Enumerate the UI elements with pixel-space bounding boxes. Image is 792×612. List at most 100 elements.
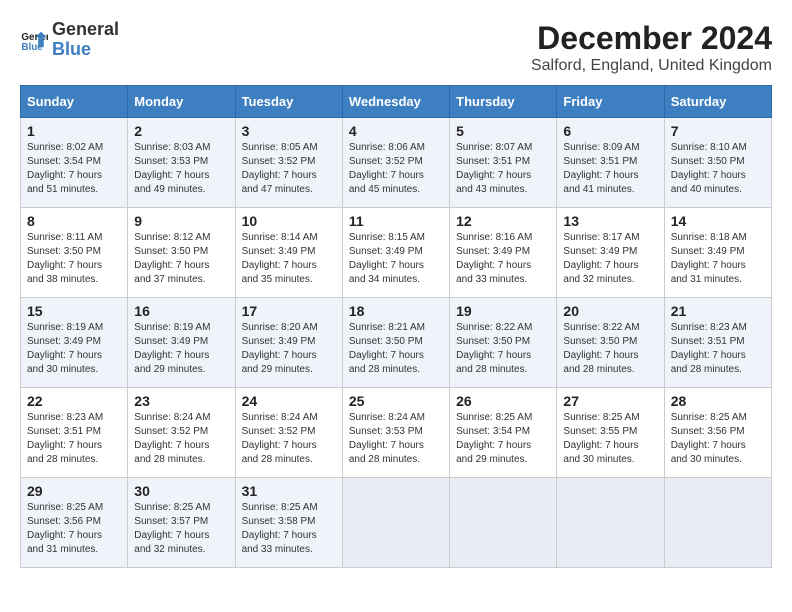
- day-number: 13: [563, 213, 657, 229]
- day-info: Sunrise: 8:21 AM Sunset: 3:50 PM Dayligh…: [349, 321, 443, 377]
- day-number: 14: [671, 213, 765, 229]
- daylight-label: Daylight: 7 hours and 29 minutes.: [242, 350, 317, 375]
- day-number: 9: [134, 213, 228, 229]
- calendar-cell: 7 Sunrise: 8:10 AM Sunset: 3:50 PM Dayli…: [664, 118, 771, 208]
- sunrise-label: Sunrise: 8:15 AM: [349, 232, 425, 243]
- calendar-cell: 1 Sunrise: 8:02 AM Sunset: 3:54 PM Dayli…: [21, 118, 128, 208]
- day-info: Sunrise: 8:25 AM Sunset: 3:56 PM Dayligh…: [671, 411, 765, 467]
- calendar-cell: 26 Sunrise: 8:25 AM Sunset: 3:54 PM Dayl…: [450, 388, 557, 478]
- daylight-label: Daylight: 7 hours and 33 minutes.: [456, 260, 531, 285]
- sunset-label: Sunset: 3:50 PM: [349, 336, 423, 347]
- daylight-label: Daylight: 7 hours and 31 minutes.: [671, 260, 746, 285]
- day-info: Sunrise: 8:16 AM Sunset: 3:49 PM Dayligh…: [456, 231, 550, 287]
- day-info: Sunrise: 8:12 AM Sunset: 3:50 PM Dayligh…: [134, 231, 228, 287]
- calendar-cell: 17 Sunrise: 8:20 AM Sunset: 3:49 PM Dayl…: [235, 298, 342, 388]
- calendar-cell: 9 Sunrise: 8:12 AM Sunset: 3:50 PM Dayli…: [128, 208, 235, 298]
- day-number: 25: [349, 393, 443, 409]
- day-number: 1: [27, 123, 121, 139]
- sunrise-label: Sunrise: 8:14 AM: [242, 232, 318, 243]
- day-number: 2: [134, 123, 228, 139]
- day-info: Sunrise: 8:24 AM Sunset: 3:53 PM Dayligh…: [349, 411, 443, 467]
- day-info: Sunrise: 8:25 AM Sunset: 3:56 PM Dayligh…: [27, 501, 121, 557]
- sunset-label: Sunset: 3:56 PM: [671, 426, 745, 437]
- logo-line1: General: [52, 20, 119, 40]
- sunset-label: Sunset: 3:51 PM: [456, 156, 530, 167]
- daylight-label: Daylight: 7 hours and 28 minutes.: [456, 350, 531, 375]
- sunset-label: Sunset: 3:52 PM: [242, 426, 316, 437]
- calendar-cell: [664, 478, 771, 568]
- sunset-label: Sunset: 3:50 PM: [563, 336, 637, 347]
- calendar-cell: 28 Sunrise: 8:25 AM Sunset: 3:56 PM Dayl…: [664, 388, 771, 478]
- page-header: General Blue General Blue December 2024 …: [20, 20, 772, 75]
- day-number: 8: [27, 213, 121, 229]
- day-number: 12: [456, 213, 550, 229]
- day-number: 30: [134, 483, 228, 499]
- day-number: 3: [242, 123, 336, 139]
- sunrise-label: Sunrise: 8:11 AM: [27, 232, 102, 243]
- day-info: Sunrise: 8:03 AM Sunset: 3:53 PM Dayligh…: [134, 141, 228, 197]
- day-number: 21: [671, 303, 765, 319]
- sunset-label: Sunset: 3:54 PM: [27, 156, 101, 167]
- day-number: 27: [563, 393, 657, 409]
- calendar-cell: 24 Sunrise: 8:24 AM Sunset: 3:52 PM Dayl…: [235, 388, 342, 478]
- sunrise-label: Sunrise: 8:25 AM: [27, 502, 103, 513]
- sunrise-label: Sunrise: 8:25 AM: [242, 502, 318, 513]
- daylight-label: Daylight: 7 hours and 47 minutes.: [242, 170, 317, 195]
- sunrise-label: Sunrise: 8:25 AM: [134, 502, 210, 513]
- day-info: Sunrise: 8:20 AM Sunset: 3:49 PM Dayligh…: [242, 321, 336, 377]
- calendar-cell: 8 Sunrise: 8:11 AM Sunset: 3:50 PM Dayli…: [21, 208, 128, 298]
- day-info: Sunrise: 8:05 AM Sunset: 3:52 PM Dayligh…: [242, 141, 336, 197]
- sunset-label: Sunset: 3:49 PM: [671, 246, 745, 257]
- day-info: Sunrise: 8:25 AM Sunset: 3:55 PM Dayligh…: [563, 411, 657, 467]
- sunrise-label: Sunrise: 8:22 AM: [563, 322, 639, 333]
- month-title: December 2024: [531, 20, 772, 57]
- sunset-label: Sunset: 3:52 PM: [242, 156, 316, 167]
- logo-text: General Blue: [52, 20, 119, 60]
- day-info: Sunrise: 8:24 AM Sunset: 3:52 PM Dayligh…: [242, 411, 336, 467]
- daylight-label: Daylight: 7 hours and 29 minutes.: [456, 440, 531, 465]
- sunset-label: Sunset: 3:51 PM: [27, 426, 101, 437]
- sunrise-label: Sunrise: 8:23 AM: [27, 412, 103, 423]
- calendar-cell: 4 Sunrise: 8:06 AM Sunset: 3:52 PM Dayli…: [342, 118, 449, 208]
- calendar-cell: [342, 478, 449, 568]
- calendar-cell: 5 Sunrise: 8:07 AM Sunset: 3:51 PM Dayli…: [450, 118, 557, 208]
- calendar-cell: 2 Sunrise: 8:03 AM Sunset: 3:53 PM Dayli…: [128, 118, 235, 208]
- daylight-label: Daylight: 7 hours and 43 minutes.: [456, 170, 531, 195]
- calendar-cell: 25 Sunrise: 8:24 AM Sunset: 3:53 PM Dayl…: [342, 388, 449, 478]
- day-number: 19: [456, 303, 550, 319]
- calendar-cell: [450, 478, 557, 568]
- sunset-label: Sunset: 3:49 PM: [134, 336, 208, 347]
- day-number: 20: [563, 303, 657, 319]
- day-info: Sunrise: 8:23 AM Sunset: 3:51 PM Dayligh…: [671, 321, 765, 377]
- daylight-label: Daylight: 7 hours and 49 minutes.: [134, 170, 209, 195]
- day-info: Sunrise: 8:14 AM Sunset: 3:49 PM Dayligh…: [242, 231, 336, 287]
- daylight-label: Daylight: 7 hours and 30 minutes.: [671, 440, 746, 465]
- sunset-label: Sunset: 3:49 PM: [242, 246, 316, 257]
- sunrise-label: Sunrise: 8:22 AM: [456, 322, 532, 333]
- day-number: 18: [349, 303, 443, 319]
- logo-line2: Blue: [52, 40, 119, 60]
- logo-icon: General Blue: [20, 26, 48, 54]
- sunrise-label: Sunrise: 8:12 AM: [134, 232, 210, 243]
- sunset-label: Sunset: 3:52 PM: [349, 156, 423, 167]
- calendar-cell: 6 Sunrise: 8:09 AM Sunset: 3:51 PM Dayli…: [557, 118, 664, 208]
- calendar-week-row: 22 Sunrise: 8:23 AM Sunset: 3:51 PM Dayl…: [21, 388, 772, 478]
- day-number: 5: [456, 123, 550, 139]
- day-number: 22: [27, 393, 121, 409]
- weekday-header-row: SundayMondayTuesdayWednesdayThursdayFrid…: [21, 86, 772, 118]
- calendar-cell: 13 Sunrise: 8:17 AM Sunset: 3:49 PM Dayl…: [557, 208, 664, 298]
- calendar-cell: 22 Sunrise: 8:23 AM Sunset: 3:51 PM Dayl…: [21, 388, 128, 478]
- calendar-cell: 23 Sunrise: 8:24 AM Sunset: 3:52 PM Dayl…: [128, 388, 235, 478]
- logo: General Blue General Blue: [20, 20, 119, 60]
- calendar-cell: 11 Sunrise: 8:15 AM Sunset: 3:49 PM Dayl…: [342, 208, 449, 298]
- sunset-label: Sunset: 3:51 PM: [671, 336, 745, 347]
- daylight-label: Daylight: 7 hours and 29 minutes.: [134, 350, 209, 375]
- calendar-week-row: 29 Sunrise: 8:25 AM Sunset: 3:56 PM Dayl…: [21, 478, 772, 568]
- calendar-cell: 14 Sunrise: 8:18 AM Sunset: 3:49 PM Dayl…: [664, 208, 771, 298]
- sunset-label: Sunset: 3:53 PM: [134, 156, 208, 167]
- day-info: Sunrise: 8:11 AM Sunset: 3:50 PM Dayligh…: [27, 231, 121, 287]
- day-number: 26: [456, 393, 550, 409]
- day-info: Sunrise: 8:06 AM Sunset: 3:52 PM Dayligh…: [349, 141, 443, 197]
- weekday-header: Friday: [557, 86, 664, 118]
- sunrise-label: Sunrise: 8:02 AM: [27, 142, 103, 153]
